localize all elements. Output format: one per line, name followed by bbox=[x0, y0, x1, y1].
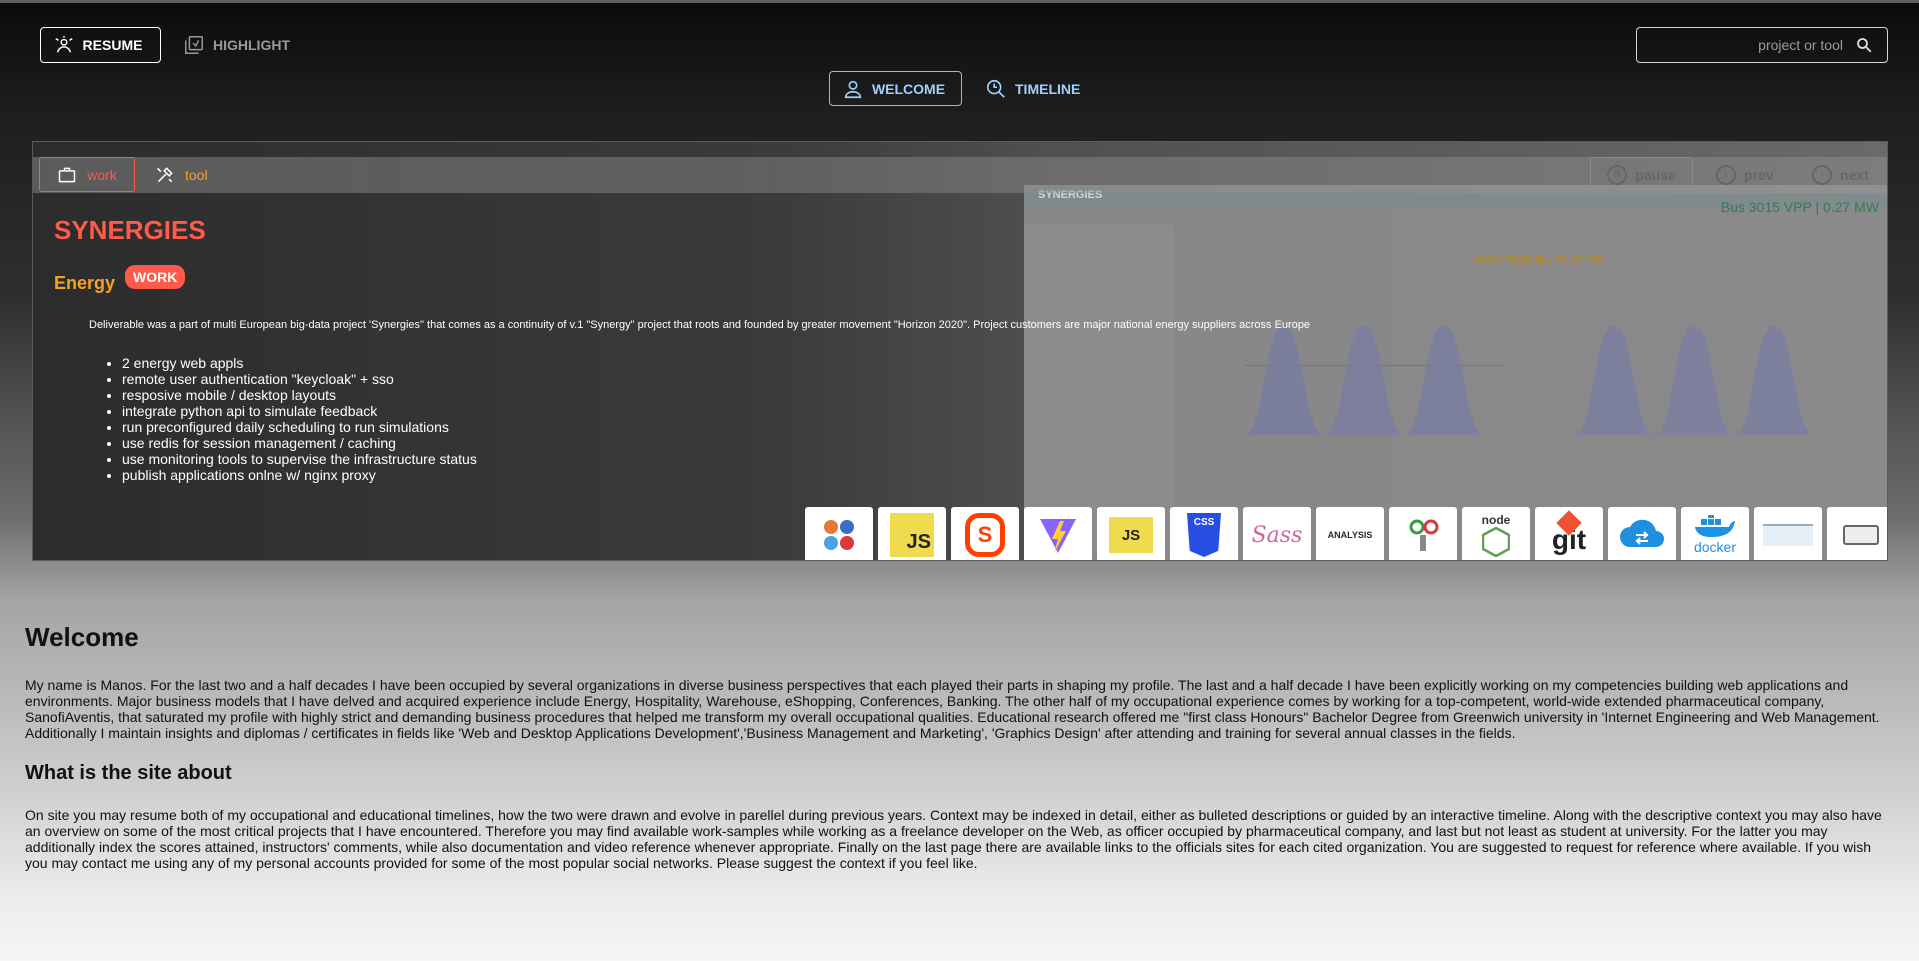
pause-icon: ll bbox=[1607, 164, 1628, 185]
tab-tool-label: tool bbox=[185, 166, 208, 183]
list-item: remote user authentication "keycloak" + … bbox=[122, 371, 477, 387]
es6-icon[interactable]: JS bbox=[1097, 507, 1165, 560]
resume-label: RESUME bbox=[82, 37, 143, 53]
git-icon[interactable]: git bbox=[1535, 507, 1603, 560]
next-label: next bbox=[1840, 166, 1869, 183]
list-item: publish applications onlne w/ nginx prox… bbox=[122, 467, 477, 483]
project-bullets: 2 energy web appls remote user authentic… bbox=[104, 355, 477, 483]
analysis-icon[interactable]: ANALYSIS bbox=[1316, 507, 1384, 560]
welcome-label: WELCOME bbox=[871, 80, 946, 97]
pause-button[interactable]: ll pause bbox=[1590, 157, 1693, 192]
vite-icon[interactable] bbox=[1024, 507, 1092, 560]
welcome-heading: Welcome bbox=[25, 622, 139, 652]
top-border bbox=[0, 0, 1919, 3]
list-item: use monitoring tools to supervise the in… bbox=[122, 451, 477, 467]
highlight-label: HIGHLIGHT bbox=[213, 37, 290, 53]
search-icon[interactable] bbox=[1855, 36, 1873, 54]
svelte-icon[interactable]: S bbox=[951, 507, 1019, 560]
prev-button[interactable]: ‹ prev bbox=[1716, 157, 1774, 192]
nodejs-icon[interactable]: node bbox=[1462, 507, 1530, 560]
welcome-tab[interactable]: WELCOME bbox=[829, 71, 962, 106]
tab-tool[interactable]: tool bbox=[155, 157, 208, 192]
timeline-tab[interactable]: TIMELINE bbox=[985, 71, 1080, 106]
timeline-label: TIMELINE bbox=[1015, 80, 1081, 97]
screenshot-charts bbox=[1244, 325, 1814, 435]
project-screenshot: SYNERGIES Bus 3015 VPP | 0.27 MW ASSET F… bbox=[1024, 185, 1887, 560]
project-type-badge: WORK bbox=[125, 265, 186, 289]
nginx-icon[interactable] bbox=[1754, 507, 1822, 560]
project-title: SYNERGIES bbox=[54, 215, 206, 245]
prev-label: prev bbox=[1744, 166, 1774, 183]
keycloak-icon[interactable] bbox=[1827, 507, 1887, 560]
list-item: run preconfigured daily scheduling to ru… bbox=[122, 419, 477, 435]
resume-button[interactable]: RESUME bbox=[40, 27, 161, 63]
project-showcase: SYNERGIES Bus 3015 VPP | 0.27 MW ASSET F… bbox=[32, 141, 1888, 561]
javascript-icon[interactable]: JS bbox=[878, 507, 946, 560]
briefcase-icon bbox=[58, 167, 76, 182]
project-domain: Energy bbox=[54, 273, 116, 293]
list-item: use redis for session management / cachi… bbox=[122, 435, 477, 451]
tab-work-label: work bbox=[87, 166, 117, 183]
highlight-button[interactable]: HIGHLIGHT bbox=[183, 27, 290, 63]
about-heading: What is the site about bbox=[25, 762, 232, 784]
list-item: integrate python api to simulate feedbac… bbox=[122, 403, 477, 419]
user-icon bbox=[844, 80, 862, 98]
screenshot-chart-title: ASSET FLEXIBILITY OFFER bbox=[1474, 255, 1605, 266]
list-item: 2 energy web appls bbox=[122, 355, 477, 371]
screenshot-sidebar bbox=[1024, 225, 1174, 555]
search-input[interactable] bbox=[1653, 37, 1843, 53]
about-text: On site you may resume both of my occupa… bbox=[25, 807, 1882, 871]
search-box[interactable] bbox=[1636, 27, 1888, 63]
resume-icon bbox=[54, 35, 73, 53]
cloud-icon[interactable] bbox=[1608, 507, 1676, 560]
tools-icon bbox=[156, 166, 173, 182]
docker-icon[interactable]: docker bbox=[1681, 507, 1749, 560]
sass-icon[interactable]: Sass bbox=[1243, 507, 1311, 560]
highlight-icon bbox=[185, 36, 203, 54]
tab-work[interactable]: work bbox=[39, 157, 135, 192]
welcome-text: My name is Manos. For the last two and a… bbox=[25, 677, 1880, 741]
timeline-icon bbox=[986, 79, 1005, 98]
testing-icon[interactable] bbox=[1389, 507, 1457, 560]
chevron-left-icon: ‹ bbox=[1716, 164, 1736, 185]
browsers-icon[interactable] bbox=[805, 507, 873, 560]
chevron-right-icon: › bbox=[1812, 164, 1832, 185]
css3-icon[interactable]: CSS bbox=[1170, 507, 1238, 560]
pause-label: pause bbox=[1635, 166, 1676, 183]
next-button[interactable]: › next bbox=[1812, 157, 1869, 192]
screenshot-kpi: Bus 3015 VPP | 0.27 MW bbox=[1720, 199, 1879, 215]
list-item: resposive mobile / desktop layouts bbox=[122, 387, 477, 403]
tool-icons: JS S JS CSS Sass ANALYSIS node git docke… bbox=[805, 507, 1887, 560]
project-description: Deliverable was a part of multi European… bbox=[89, 319, 1311, 331]
